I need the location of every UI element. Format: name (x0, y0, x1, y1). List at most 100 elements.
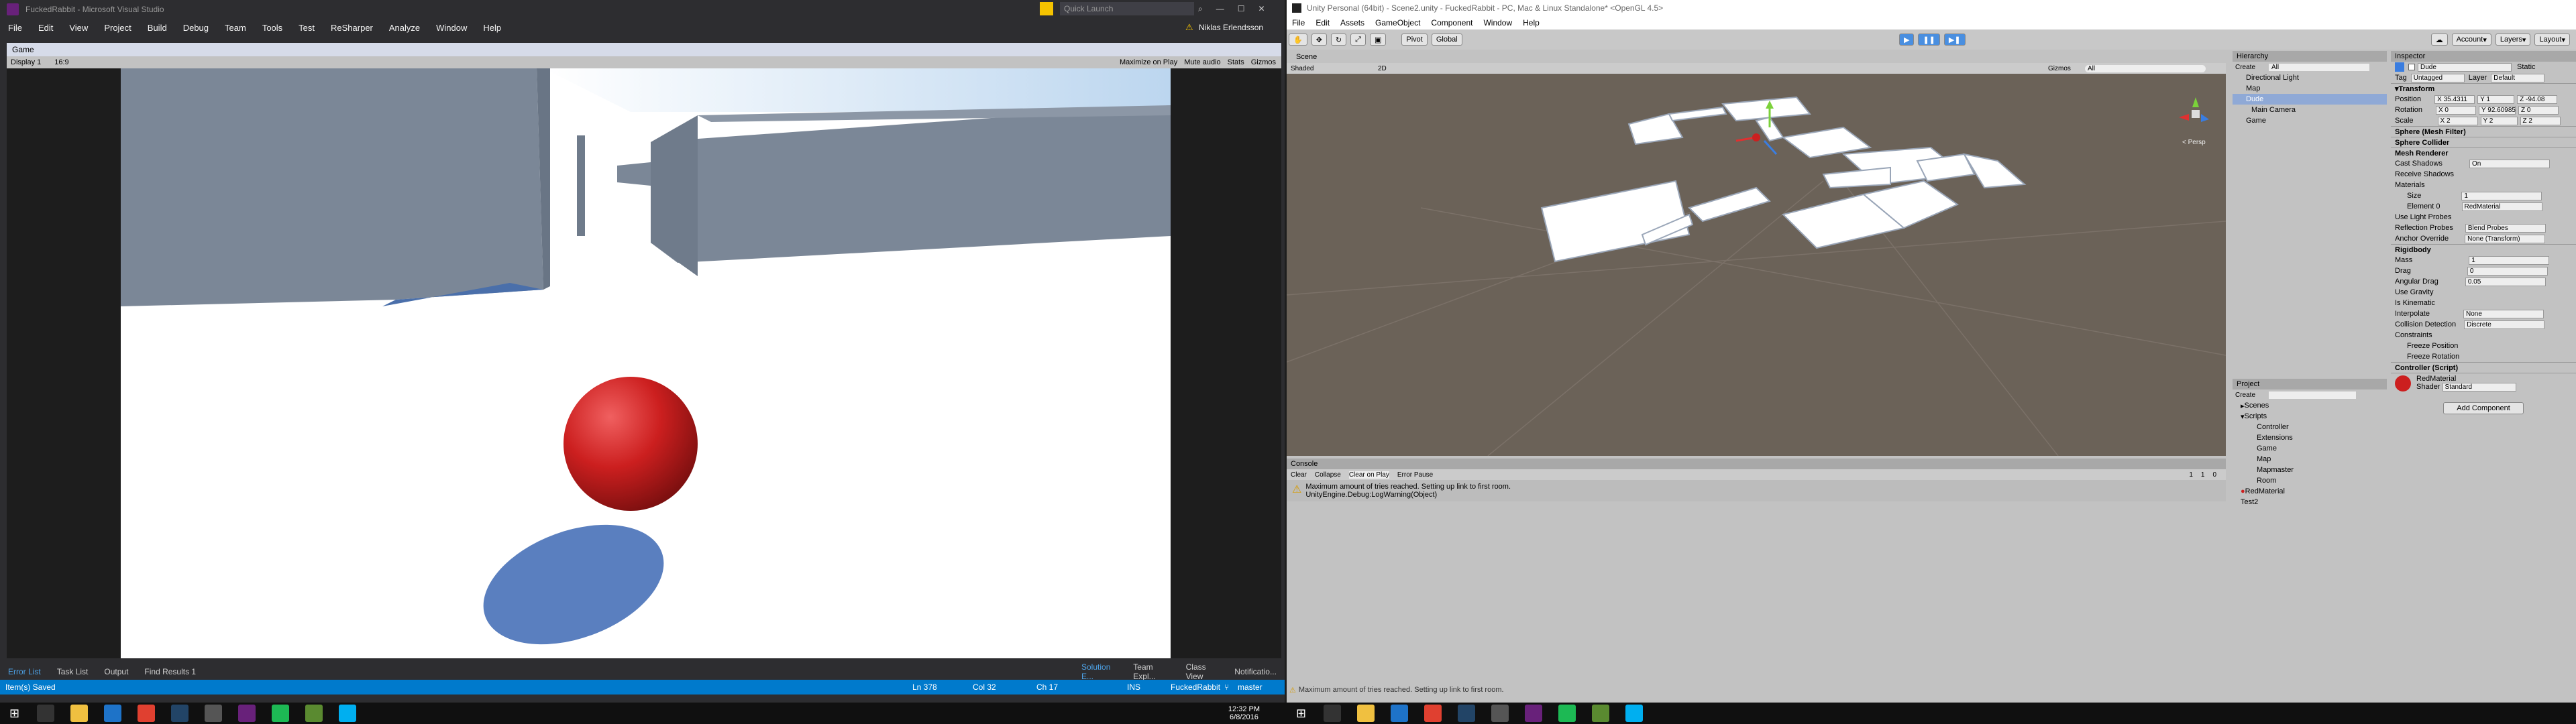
status-branch[interactable]: master (1238, 682, 1263, 692)
unity-menu-edit[interactable]: Edit (1316, 18, 1330, 27)
menu-resharper[interactable]: ReSharper (331, 23, 373, 33)
material-element-0[interactable]: RedMaterial (2461, 202, 2542, 211)
unity-menu-file[interactable]: File (1292, 18, 1305, 27)
start-button[interactable]: ⊞ (9, 707, 19, 721)
status-project[interactable]: FuckedRabbit (1171, 682, 1220, 692)
scale-tool-button[interactable]: ⤢ (1350, 34, 1366, 46)
maximize-on-play-button[interactable]: Maximize on Play (1120, 58, 1177, 66)
menu-project[interactable]: Project (104, 23, 131, 33)
hierarchy-item-main-camera[interactable]: Main Camera (2233, 105, 2387, 115)
sphere-collider-header[interactable]: Sphere Collider (2391, 137, 2576, 147)
console-error-count[interactable]: 0 (2212, 471, 2216, 479)
game-tab[interactable]: Game (7, 43, 1281, 56)
menu-team[interactable]: Team (225, 23, 246, 33)
console-clear-button[interactable]: Clear (1291, 471, 1307, 479)
explorer-icon[interactable] (70, 705, 89, 722)
global-toggle[interactable]: Global (1431, 34, 1462, 46)
add-component-button[interactable]: Add Component (2443, 402, 2524, 414)
project-script-game[interactable]: Game (2233, 443, 2387, 454)
scene-tab[interactable]: Scene (1287, 51, 2226, 63)
visual-studio-taskbar-icon[interactable] (238, 705, 256, 722)
project-script-mapmaster[interactable]: Mapmaster (2233, 465, 2387, 475)
display-select[interactable]: Display 1 (11, 58, 41, 66)
visual-studio-taskbar-icon-2[interactable] (1525, 705, 1543, 722)
hierarchy-tab[interactable]: Hierarchy (2233, 51, 2387, 62)
use-gravity-checkbox[interactable]: Use Gravity (2391, 287, 2576, 298)
project-search-input[interactable] (2269, 391, 2357, 399)
position-x[interactable]: X 35.4311 (2434, 95, 2475, 104)
menu-tools[interactable]: Tools (262, 23, 282, 33)
hierarchy-create-button[interactable]: Create (2235, 64, 2255, 71)
console-log-count[interactable]: 1 (2189, 471, 2193, 479)
position-y[interactable]: Y 1 (2477, 95, 2515, 104)
unity-menu-help[interactable]: Help (1523, 18, 1540, 27)
move-tool-button[interactable]: ✥ (1311, 34, 1327, 46)
rigidbody-header[interactable]: Rigidbody (2391, 244, 2576, 255)
start-button-2[interactable]: ⊞ (1296, 707, 1306, 721)
layout-dropdown[interactable]: Layout ▾ (2534, 34, 2570, 46)
layers-dropdown[interactable]: Layers ▾ (2495, 34, 2531, 46)
project-folder-scenes[interactable]: ▸ Scenes (2233, 400, 2387, 411)
game-render[interactable] (121, 68, 1171, 658)
skype-icon[interactable] (339, 705, 357, 722)
stats-button[interactable]: Stats (1228, 58, 1244, 66)
project-script-extensions[interactable]: Extensions (2233, 432, 2387, 443)
materials-foldout[interactable]: Materials (2391, 180, 2576, 190)
menu-view[interactable]: View (69, 23, 88, 33)
spotify-icon-2[interactable] (1558, 705, 1576, 722)
project-folder-scripts[interactable]: ▾ Scripts (2233, 411, 2387, 422)
error-list-tab[interactable]: Error List (8, 667, 41, 676)
rotation-z[interactable]: Z 0 (2518, 105, 2559, 115)
receive-shadows-checkbox[interactable]: Receive Shadows (2391, 169, 2576, 180)
hierarchy-item-map[interactable]: Map (2233, 83, 2387, 94)
minimize-button[interactable]: — (1216, 4, 1224, 13)
mesh-filter-header[interactable]: Sphere (Mesh Filter) (2391, 126, 2576, 137)
freeze-position-row[interactable]: Freeze Position (2391, 341, 2576, 351)
angular-drag-field[interactable]: 0.05 (2465, 277, 2546, 286)
static-checkbox[interactable]: Static (2517, 63, 2536, 71)
gizmos-button[interactable]: Gizmos (1251, 58, 1276, 66)
anchor-override-field[interactable]: None (Transform) (2465, 234, 2546, 243)
menu-test[interactable]: Test (299, 23, 315, 33)
mode-2d-toggle[interactable]: 2D (1378, 65, 1387, 72)
menu-debug[interactable]: Debug (183, 23, 209, 33)
active-checkbox[interactable] (2408, 64, 2415, 70)
clock-date[interactable]: 6/8/2016 (1228, 713, 1260, 721)
chrome-icon-2[interactable] (1424, 705, 1442, 722)
steam-icon[interactable] (171, 705, 189, 722)
notifications-tab[interactable]: Notificatio... (1234, 667, 1277, 676)
scale-z[interactable]: Z 2 (2520, 116, 2561, 125)
position-z[interactable]: Z -94.08 (2517, 95, 2558, 104)
rotation-y[interactable]: Y 92.60985 (2478, 105, 2516, 115)
console-collapse-button[interactable]: Collapse (1315, 471, 1341, 479)
rotation-x[interactable]: X 0 (2435, 105, 2476, 115)
console-warning-count[interactable]: 1 (2201, 471, 2205, 479)
search-icon[interactable]: ⌕ (1198, 4, 1203, 14)
skype-icon-2[interactable] (1625, 705, 1644, 722)
team-explorer-tab[interactable]: Team Expl... (1133, 662, 1169, 681)
find-results-tab[interactable]: Find Results 1 (144, 667, 196, 676)
spotify-icon[interactable] (272, 705, 290, 722)
taskview-icon[interactable] (37, 705, 55, 722)
steam-icon-2[interactable] (1458, 705, 1476, 722)
collision-detection-dropdown[interactable]: Discrete (2464, 320, 2545, 329)
maximize-button[interactable]: ☐ (1238, 4, 1245, 13)
clock-time[interactable]: 12:32 PM (1228, 705, 1260, 713)
pivot-toggle[interactable]: Pivot (1401, 34, 1428, 46)
mass-field[interactable]: 1 (2469, 255, 2550, 265)
console-entry[interactable]: ⚠ Maximum amount of tries reached. Setti… (1287, 480, 2226, 501)
shading-mode-select[interactable]: Shaded (1291, 65, 1371, 72)
quick-launch-input[interactable]: Quick Launch (1060, 2, 1194, 15)
taskview-icon-2[interactable] (1324, 705, 1342, 722)
scene-view[interactable]: < Persp (1287, 74, 2226, 456)
pause-button[interactable]: ❚❚ (1918, 34, 1940, 46)
scale-x[interactable]: X 2 (2437, 116, 2478, 125)
gizmos-dropdown[interactable]: Gizmos (2048, 65, 2071, 72)
scale-y[interactable]: Y 2 (2480, 116, 2518, 125)
step-button[interactable]: ▶❚ (1943, 34, 1966, 46)
unity-menu-gameobject[interactable]: GameObject (1375, 18, 1420, 27)
explorer-icon-2[interactable] (1357, 705, 1375, 722)
menu-build[interactable]: Build (148, 23, 167, 33)
console-clear-on-play-button[interactable]: Clear on Play (1348, 471, 1389, 479)
project-create-button[interactable]: Create (2235, 391, 2255, 399)
